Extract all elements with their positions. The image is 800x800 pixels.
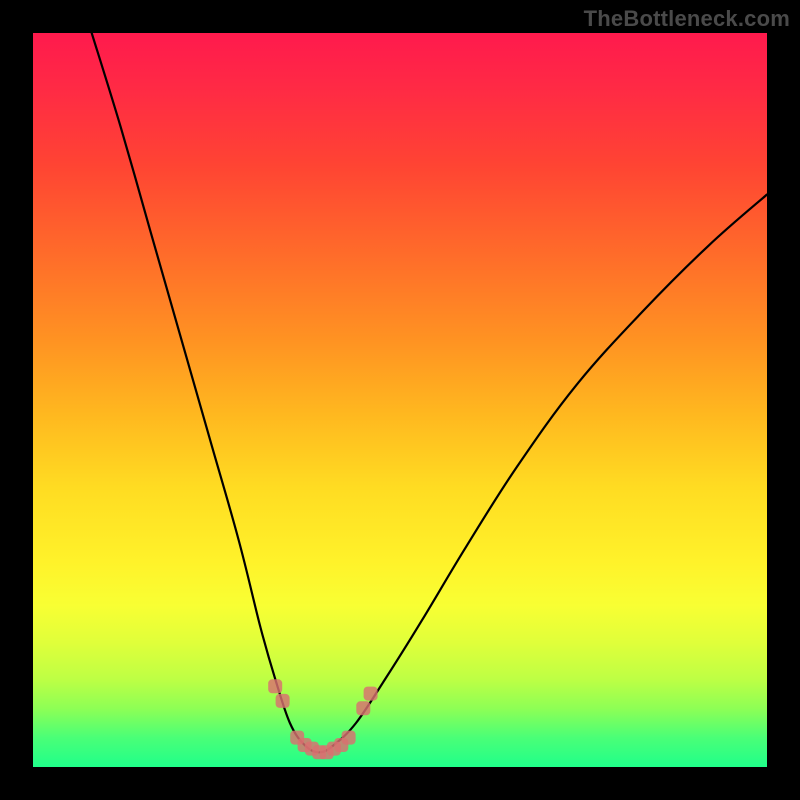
marker [276, 694, 290, 708]
marker [364, 687, 378, 701]
marker [356, 701, 370, 715]
bottleneck-curve [92, 33, 767, 752]
curve-layer [33, 33, 767, 767]
marker [268, 679, 282, 693]
plot-area [33, 33, 767, 767]
optimal-zone-markers [268, 679, 377, 759]
marker [342, 731, 356, 745]
watermark-text: TheBottleneck.com [584, 6, 790, 32]
chart-frame: TheBottleneck.com [0, 0, 800, 800]
